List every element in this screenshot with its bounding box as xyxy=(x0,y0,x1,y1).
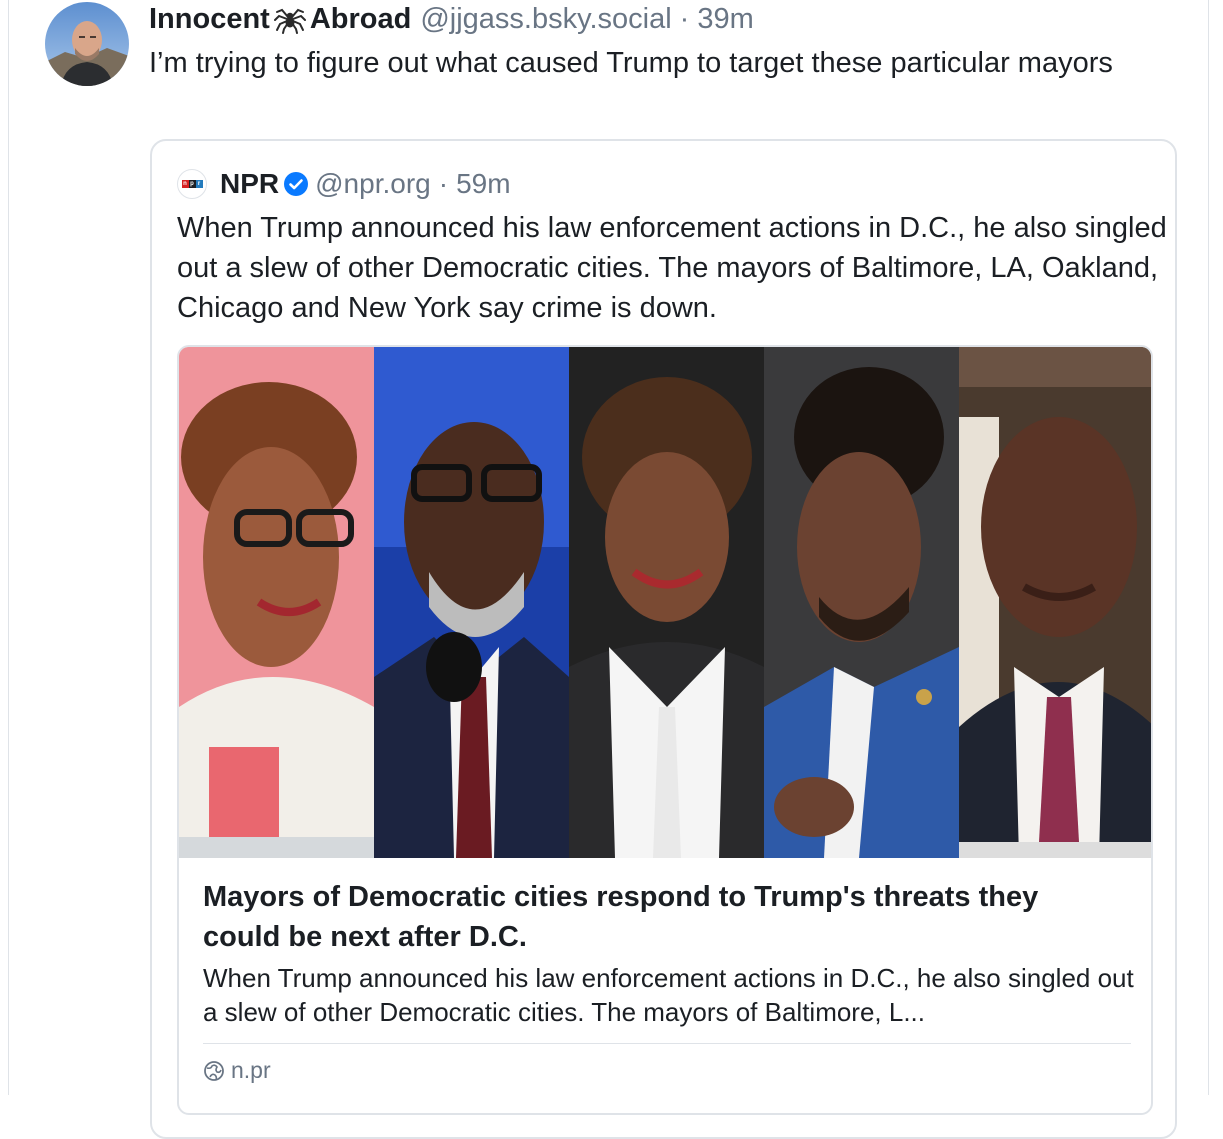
author-name-second[interactable]: Abroad xyxy=(310,3,412,36)
quoted-post-text: When Trump announced his law enforcement… xyxy=(177,212,1167,324)
spider-icon xyxy=(273,4,306,34)
link-card[interactable]: Mayors of Democratic cities respond to T… xyxy=(177,345,1153,1115)
mayor-photo-3 xyxy=(569,347,764,858)
link-card-description: When Trump announced his law enforcement… xyxy=(203,963,1134,1027)
link-card-title[interactable]: Mayors of Democratic cities respond to T… xyxy=(203,877,1123,957)
link-card-divider xyxy=(203,1043,1131,1044)
link-card-image[interactable] xyxy=(179,347,1151,858)
header-separator: · xyxy=(679,2,690,35)
mayor-photo-2 xyxy=(374,347,569,858)
feed-left-border xyxy=(8,0,9,1095)
mayor-photo-4 xyxy=(764,347,959,858)
mayor-photo-5 xyxy=(959,347,1151,858)
author-name[interactable]: Innocent Abroad xyxy=(149,3,411,36)
quoted-header-separator: · xyxy=(438,168,449,199)
post-text: I’m trying to figure out what caused Tru… xyxy=(149,47,1113,79)
link-card-domain[interactable]: n.pr xyxy=(203,1057,271,1084)
mayor-photo-1 xyxy=(179,347,374,858)
post-time[interactable]: 39m xyxy=(697,3,753,36)
quoted-author-name[interactable]: NPR xyxy=(220,168,279,200)
post-header: Innocent Abroad @jjgass.bsky.social · 39… xyxy=(149,0,754,38)
quoted-author-handle[interactable]: @npr.org xyxy=(315,168,431,200)
verified-badge-icon xyxy=(284,172,309,196)
globe-icon xyxy=(204,1060,224,1081)
link-card-domain-text[interactable]: n.pr xyxy=(231,1057,271,1084)
author-name-first[interactable]: Innocent xyxy=(149,3,270,36)
quoted-post[interactable]: n p r NPR @npr.org · 59m When Trump anno… xyxy=(150,139,1177,1139)
quoted-post-time[interactable]: 59m xyxy=(456,168,510,200)
feed-right-border xyxy=(1208,0,1209,1095)
author-handle[interactable]: @jjgass.bsky.social xyxy=(420,3,671,36)
npr-logo-icon[interactable]: n p r xyxy=(177,169,207,199)
author-avatar[interactable] xyxy=(45,2,129,86)
quoted-post-header: n p r NPR @npr.org · 59m xyxy=(177,168,511,200)
